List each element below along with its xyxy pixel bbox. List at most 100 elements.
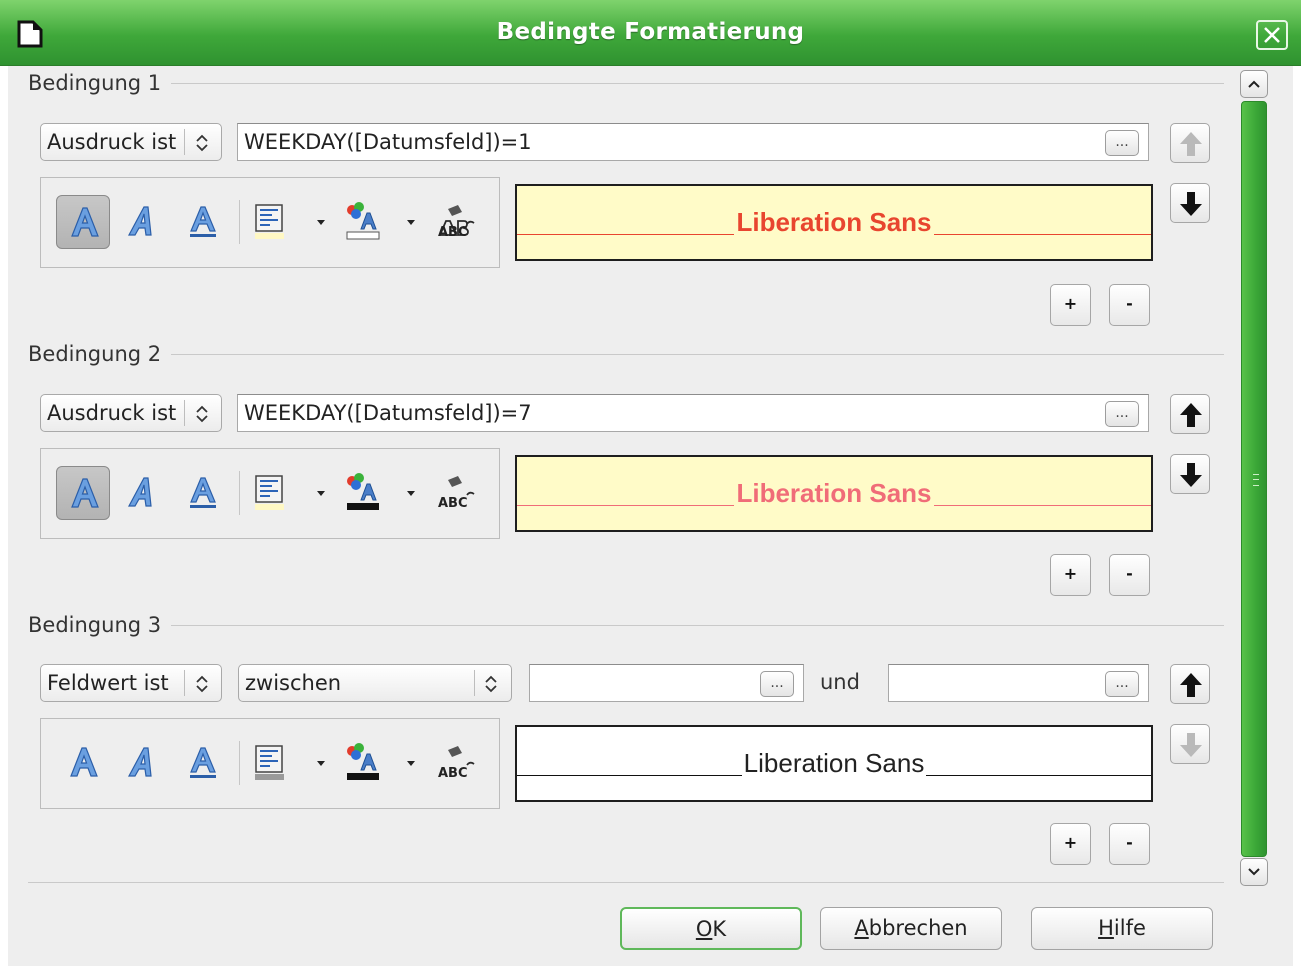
- font-color-dropdown-icon[interactable]: [407, 761, 415, 766]
- font-color-icon: [346, 202, 380, 240]
- clear-format-button[interactable]: ABC: [426, 195, 480, 249]
- background-color-button[interactable]: [246, 466, 300, 520]
- condition-1-remove-button[interactable]: -: [1109, 284, 1150, 326]
- font-color-dropdown-icon[interactable]: [407, 491, 415, 496]
- clear-format-icon: ABC: [438, 746, 475, 781]
- condition-2-type-select[interactable]: Ausdruck ist: [40, 394, 222, 432]
- background-color-icon: [255, 745, 284, 780]
- condition-1-browse-button[interactable]: ...: [1105, 130, 1139, 156]
- bold-icon: [71, 207, 99, 237]
- condition-1-move-down-button[interactable]: [1170, 183, 1210, 223]
- condition-2-expression-input[interactable]: WEEKDAY([Datumsfeld])=7 ...: [237, 394, 1149, 432]
- scrollbar-thumb[interactable]: [1241, 101, 1267, 857]
- clear-format-button[interactable]: ABC: [426, 736, 480, 790]
- background-color-icon: [255, 475, 284, 510]
- clear-format-icon: ABC: [438, 205, 475, 240]
- grip-icon: [1253, 474, 1259, 486]
- condition-3-move-up-button[interactable]: [1170, 664, 1210, 704]
- condition-2-add-button[interactable]: +: [1050, 554, 1091, 596]
- condition-3-value2-browse-button[interactable]: ...: [1105, 671, 1139, 697]
- condition-3-move-down-button[interactable]: [1170, 724, 1210, 764]
- condition-2-label: Bedingung 2: [28, 342, 172, 366]
- condition-1-expression-input[interactable]: WEEKDAY([Datumsfeld])=1 ...: [237, 123, 1149, 161]
- font-color-button[interactable]: [337, 466, 391, 520]
- scroll-down-button[interactable]: [1240, 858, 1268, 886]
- chevron-down-icon: [1248, 868, 1260, 876]
- background-color-button[interactable]: [246, 736, 300, 790]
- arrow-up-icon: [1180, 403, 1202, 427]
- preview-text: Liberation Sans: [734, 207, 934, 237]
- condition-3-operator-select[interactable]: zwischen: [238, 664, 512, 702]
- condition-2-browse-button[interactable]: ...: [1105, 401, 1139, 427]
- spin-updown-icon: [196, 675, 208, 693]
- svg-text:ABC: ABC: [438, 766, 468, 781]
- title-bar: Bedingte Formatierung: [0, 0, 1301, 66]
- underline-icon: [190, 477, 216, 508]
- dialog-body: Bedingung 1 Ausdruck ist WEEKDAY([Datums…: [8, 66, 1293, 966]
- arrow-down-icon: [1180, 192, 1202, 216]
- font-color-button[interactable]: [337, 736, 391, 790]
- font-color-button[interactable]: [337, 195, 391, 249]
- condition-1-format-toolbar: ABC: [40, 177, 500, 268]
- help-button[interactable]: Hilfe: [1031, 907, 1213, 950]
- spin-updown-icon: [196, 405, 208, 423]
- underline-button[interactable]: [175, 195, 229, 249]
- italic-button[interactable]: [116, 466, 170, 520]
- ok-button[interactable]: OK: [620, 907, 802, 950]
- condition-3-type-select[interactable]: Feldwert ist: [40, 664, 222, 702]
- italic-button[interactable]: [116, 195, 170, 249]
- group-separator: [28, 625, 1224, 626]
- arrow-up-icon: [1180, 132, 1202, 156]
- bold-button[interactable]: [56, 466, 110, 520]
- condition-3-value2-input[interactable]: ...: [888, 664, 1149, 702]
- condition-1-add-button[interactable]: +: [1050, 284, 1091, 326]
- close-icon: [1264, 27, 1280, 43]
- condition-2-preview: Liberation Sans: [515, 455, 1153, 532]
- underline-button[interactable]: [175, 736, 229, 790]
- chevron-up-icon: [1248, 80, 1260, 88]
- condition-1-move-up-button[interactable]: [1170, 123, 1210, 163]
- underline-icon: [190, 206, 216, 237]
- condition-3-value1-browse-button[interactable]: ...: [760, 671, 794, 697]
- arrow-down-icon: [1180, 733, 1202, 757]
- clear-format-button[interactable]: ABC: [426, 466, 480, 520]
- close-button[interactable]: [1256, 20, 1288, 50]
- condition-2-move-down-button[interactable]: [1170, 454, 1210, 494]
- italic-button[interactable]: [116, 736, 170, 790]
- condition-1-type-select[interactable]: Ausdruck ist: [40, 123, 222, 161]
- underline-icon: [190, 747, 216, 778]
- condition-3-value1-input[interactable]: ...: [529, 664, 804, 702]
- scroll-up-button[interactable]: [1240, 70, 1268, 98]
- bold-button[interactable]: [56, 736, 110, 790]
- preview-text: Liberation Sans: [734, 478, 934, 508]
- background-color-dropdown-icon[interactable]: [317, 761, 325, 766]
- arrow-down-icon: [1180, 463, 1202, 487]
- arrow-up-icon: [1180, 673, 1202, 697]
- font-color-icon: [347, 473, 379, 510]
- condition-3-add-button[interactable]: +: [1050, 823, 1091, 865]
- background-color-icon: [255, 204, 284, 239]
- vertical-scrollbar[interactable]: [1240, 70, 1268, 886]
- background-color-button[interactable]: [246, 195, 300, 249]
- font-color-dropdown-icon[interactable]: [407, 220, 415, 225]
- condition-2-move-up-button[interactable]: [1170, 394, 1210, 434]
- group-separator: [28, 83, 1224, 84]
- condition-2-format-toolbar: ABC: [40, 448, 500, 539]
- group-separator: [28, 354, 1224, 355]
- clear-format-icon: ABC: [438, 476, 475, 511]
- italic-icon: [127, 206, 152, 236]
- background-color-dropdown-icon[interactable]: [317, 491, 325, 496]
- and-label: und: [820, 670, 860, 694]
- background-color-dropdown-icon[interactable]: [317, 220, 325, 225]
- cancel-button[interactable]: Abbrechen: [820, 907, 1002, 950]
- condition-3-format-toolbar: ABC: [40, 718, 500, 809]
- underline-button[interactable]: [175, 466, 229, 520]
- condition-2-remove-button[interactable]: -: [1109, 554, 1150, 596]
- condition-3-remove-button[interactable]: -: [1109, 823, 1150, 865]
- bold-button[interactable]: [56, 195, 110, 249]
- condition-1-preview: Liberation Sans: [515, 184, 1153, 261]
- condition-3-label: Bedingung 3: [28, 613, 172, 637]
- condition-3-preview: Liberation Sans: [515, 725, 1153, 802]
- bottom-separator: [28, 882, 1224, 883]
- spin-updown-icon: [485, 675, 497, 693]
